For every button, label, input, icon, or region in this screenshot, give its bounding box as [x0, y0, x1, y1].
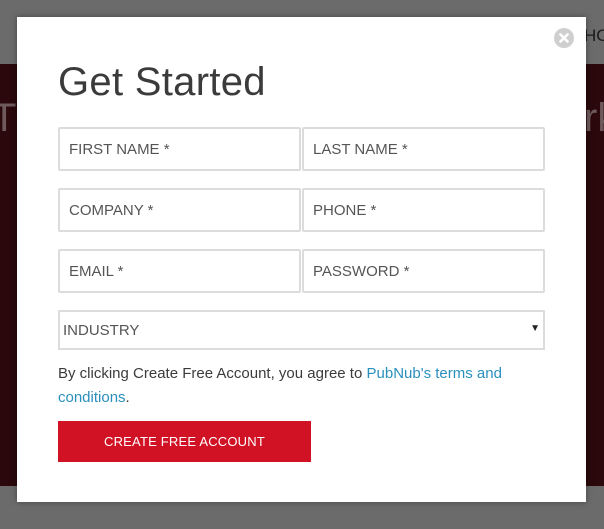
phone-field[interactable]: [302, 188, 545, 232]
password-field[interactable]: [302, 249, 545, 293]
signup-modal: Get Started INDUSTRY ▼ By clicking Creat…: [17, 17, 586, 502]
industry-select[interactable]: INDUSTRY ▼: [58, 310, 545, 350]
background-hero-text-left: T: [0, 96, 17, 140]
company-field[interactable]: [58, 188, 301, 232]
email-field[interactable]: [58, 249, 301, 293]
close-button[interactable]: [554, 28, 574, 48]
modal-title: Get Started: [58, 60, 266, 104]
create-free-account-button[interactable]: CREATE FREE ACCOUNT: [58, 421, 311, 462]
industry-select-value: INDUSTRY: [63, 322, 140, 339]
close-circle-icon: [559, 33, 569, 43]
dropdown-arrow-icon: ▼: [530, 323, 540, 334]
terms-prefix: By clicking Create Free Account, you agr…: [58, 365, 367, 382]
terms-text: By clicking Create Free Account, you agr…: [58, 362, 548, 410]
last-name-field[interactable]: [302, 127, 545, 171]
background-hero-text-right: rk: [584, 96, 604, 140]
background-nav-text: HO: [584, 26, 604, 45]
terms-suffix: .: [125, 389, 130, 406]
first-name-field[interactable]: [58, 127, 301, 171]
